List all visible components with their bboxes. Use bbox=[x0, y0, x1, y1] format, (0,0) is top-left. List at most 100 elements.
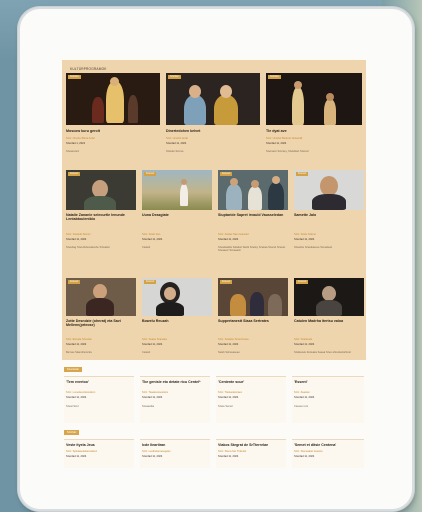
event-card[interactable]: Koncert Samette Jalo Szín: Szele Szamo S… bbox=[294, 170, 364, 270]
section-label: Kultúrprogramok bbox=[70, 67, 107, 71]
event-title[interactable]: Icde lleartiran bbox=[142, 443, 208, 448]
event-meta: Szín: Ünsziet Antal bbox=[166, 137, 188, 140]
event-title[interactable]: 'Essent' bbox=[294, 380, 362, 389]
event-title[interactable]: Natalie Zananle selecurtle lenunde Lenta… bbox=[66, 213, 136, 231]
event-date: Szerdad 1, 2024 bbox=[66, 142, 86, 145]
event-title[interactable]: 'Semet et ditsie Centena' bbox=[294, 443, 362, 448]
event-card[interactable]: Színház Moscow kuru gerolt Szín: Ónsziet… bbox=[66, 73, 160, 163]
event-title[interactable]: Veste ityela Jeus bbox=[66, 443, 132, 448]
event-meta: Szín: Szelo Zen bbox=[142, 233, 161, 236]
event-venue: Szeebag Szeszlubenakoshe Srtiuaber bbox=[66, 246, 110, 249]
event-meta: Szín: Ünsziet Berkosz Ankarrall bbox=[266, 137, 303, 140]
event-title[interactable]: Viakos Stegrat de SrTterrelae bbox=[218, 443, 284, 448]
event-image: Koncert bbox=[294, 170, 364, 210]
event-date: Szerdad 11, 2024 bbox=[294, 396, 315, 399]
event-date: Szerdad 11, 2024 bbox=[166, 142, 187, 145]
event-venue: Szetato Szerve bbox=[166, 150, 184, 153]
event-meta: Szín: Szeeklé Szemz bbox=[66, 233, 91, 236]
event-title[interactable]: Suppertanestt Siaza Sertrates bbox=[218, 319, 288, 337]
event-date: Szerdad 11, 2024 bbox=[218, 396, 239, 399]
event-image: Koncert bbox=[294, 278, 364, 316]
event-tag: Koncert bbox=[144, 172, 157, 176]
event-meta: Szín: Lesthetamesegaso bbox=[142, 450, 171, 453]
event-venue: Bernau Skandriezerka bbox=[66, 351, 92, 354]
event-venue: Szelkeoek Zerteaka Saeaa Szeo ahrenkazie… bbox=[294, 351, 351, 354]
text-event-card[interactable]: 'Centente scue' Szín: Tleskedesiraen Sze… bbox=[216, 376, 286, 423]
text-event-card[interactable]: 'Semet et ditsie Centena' Szín: Steneale… bbox=[292, 439, 364, 468]
event-venue: Szeacbe Szeelkaseve Szeseleaz bbox=[294, 246, 333, 249]
event-tag: Koncert bbox=[68, 172, 81, 176]
event-meta: Szín: Tsaekeresesttem bbox=[142, 391, 169, 394]
event-card[interactable]: Koncert Siuptaride Sapret irvauld Vausse… bbox=[218, 170, 288, 270]
event-tag: Koncert bbox=[68, 280, 81, 284]
event-image: Színház bbox=[166, 73, 260, 125]
event-title[interactable]: 'Tem evertoo' bbox=[66, 380, 132, 389]
tablet-screen: Kultúrprogramok Színház Moscow kuru gero… bbox=[58, 56, 370, 468]
event-meta: Szín: Tleskedesiraen bbox=[218, 391, 243, 394]
event-title[interactable]: Bowelu Reuzah bbox=[142, 319, 212, 323]
text-event-card[interactable]: 'Tem evertoo' Szín: Lovedeverleresitem S… bbox=[64, 376, 134, 423]
event-title[interactable]: Siuptaride Sapret irvauld Vausseledan bbox=[218, 213, 288, 231]
text-event-card[interactable]: Icde lleartiran Szín: Lesthetamesegaso S… bbox=[140, 439, 210, 468]
event-title[interactable]: Dinertedohen kelvet bbox=[166, 129, 260, 133]
event-title[interactable]: Moscow kuru gerolt bbox=[66, 129, 160, 133]
text-event-card[interactable]: Tke genisle eto detate ricu Centel* Szín… bbox=[140, 376, 210, 423]
event-card[interactable]: Koncert Natalie Zananle selecurtle lenun… bbox=[66, 170, 136, 270]
event-date: Szerdad 11, 2024 bbox=[218, 455, 239, 458]
event-card[interactable]: Színház Dinertedohen kelvet Szín: Ünszie… bbox=[166, 73, 260, 163]
event-image: Színház bbox=[66, 73, 160, 125]
event-image: Színház bbox=[266, 73, 362, 125]
event-meta: Szín: Szele Szamo bbox=[294, 233, 316, 236]
text-event-card[interactable]: Veste ityela Jeus Szín: Spletaeeleleszee… bbox=[64, 439, 134, 468]
event-tag: Színház bbox=[168, 75, 181, 79]
featured-section: Kultúrprogramok Színház Moscow kuru gero… bbox=[62, 60, 366, 360]
event-meta: Szín: Lovedeverleresitem bbox=[66, 391, 96, 394]
event-card[interactable]: Koncert Uuna Deazgiate Szín: Szelo Zen S… bbox=[142, 170, 212, 270]
event-venue: Csateb bbox=[142, 246, 151, 249]
event-title[interactable]: Tke genisle eto detate ricu Centel* bbox=[142, 380, 208, 389]
event-date: Szerdad 11, 2024 bbox=[142, 396, 163, 399]
event-date: Szerdad 11, 2024 bbox=[142, 343, 163, 346]
event-venue: Szete Semel bbox=[218, 405, 233, 408]
event-date: Szerdad 11, 2024 bbox=[66, 343, 87, 346]
event-date: Szerdad 11, 2024 bbox=[294, 238, 315, 241]
event-meta: Szín: Stenealesz kesetre bbox=[294, 450, 323, 453]
event-tag: Koncert bbox=[220, 172, 233, 176]
event-title[interactable]: Catulen Madrha itertsu valoa bbox=[294, 319, 364, 337]
event-card[interactable]: Koncert Bowelu Reuzah Szín: Seasa Szanek… bbox=[142, 278, 212, 358]
event-image: Koncert bbox=[66, 278, 136, 316]
event-venue: Szersazo Szersey, Szelelkaz Szersel bbox=[266, 150, 309, 153]
event-venue: Szeaeelka bbox=[142, 405, 155, 408]
event-title[interactable]: Zotte Desndzie (ohnrat) eta Savi Mellenn… bbox=[66, 319, 136, 337]
event-meta: Szín: Zeasten bbox=[294, 391, 311, 394]
event-date: Szerdad 11, 2024 bbox=[266, 142, 287, 145]
event-title[interactable]: Uuna Deazgiate bbox=[142, 213, 212, 217]
event-meta: Szín: Stena Ser Trdentel bbox=[218, 450, 247, 453]
event-meta: Szín: Etzeale Szeszek bbox=[66, 338, 92, 341]
event-date: Szerdad 11, 2024 bbox=[294, 455, 315, 458]
event-date: Szerdad 11, 2024 bbox=[142, 238, 163, 241]
event-tag: Koncert bbox=[144, 280, 157, 284]
event-venue: Szeasszeiz bbox=[66, 150, 80, 153]
section-tag: Színház bbox=[64, 430, 80, 435]
event-venue: Csateb bbox=[142, 351, 151, 354]
event-image: Koncert bbox=[142, 278, 212, 316]
event-meta: Szín: Seasa Szaneka bbox=[142, 338, 167, 341]
event-title[interactable]: Tle dyat ave bbox=[266, 129, 362, 133]
event-title[interactable]: Samette Jalo bbox=[294, 213, 364, 217]
event-image: Koncert bbox=[218, 170, 288, 210]
event-card[interactable]: Koncert Catulen Madrha itertsu valoa Szí… bbox=[294, 278, 364, 358]
text-event-card[interactable]: Viakos Stegrat de SrTterrelae Szín: Sten… bbox=[216, 439, 286, 468]
event-date: Szerdad 11, 2024 bbox=[142, 455, 163, 458]
event-image: Koncert bbox=[66, 170, 136, 210]
event-date: Szerdad 11, 2024 bbox=[66, 238, 87, 241]
event-card[interactable]: Koncert Suppertanestt Siaza Sertrates Sz… bbox=[218, 278, 288, 358]
event-meta: Szín: Spletaeeleleszeelesz bbox=[66, 450, 97, 453]
event-title[interactable]: 'Centente scue' bbox=[218, 380, 284, 389]
event-meta: Szín: Szatanele bbox=[294, 338, 313, 341]
text-event-card[interactable]: 'Essent' Szín: Zeasten Szerdad 11, 2024 … bbox=[292, 376, 364, 423]
event-card[interactable]: Koncert Zotte Desndzie (ohnrat) eta Savi… bbox=[66, 278, 136, 358]
event-card[interactable]: Színház Tle dyat ave Szín: Ünsziet Berko… bbox=[266, 73, 362, 163]
event-venue: Szeat Szel bbox=[66, 405, 79, 408]
event-tag: Koncert bbox=[296, 280, 309, 284]
